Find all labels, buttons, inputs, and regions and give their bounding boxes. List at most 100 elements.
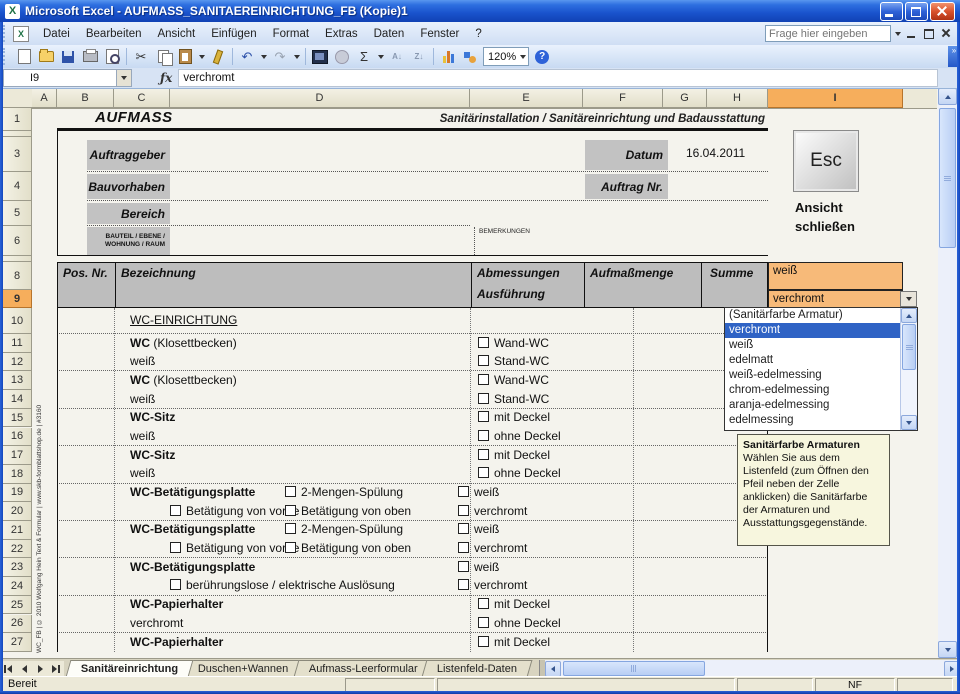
question-input[interactable] bbox=[765, 25, 891, 42]
last-sheet-button[interactable] bbox=[48, 661, 64, 677]
scroll-down-button[interactable] bbox=[938, 641, 957, 658]
zoom-combobox[interactable]: 120% bbox=[483, 47, 529, 66]
toolbar-grip[interactable] bbox=[3, 25, 10, 42]
menu-item-extras[interactable]: Extras bbox=[317, 25, 366, 43]
checkbox-item: mit Deckel bbox=[478, 597, 550, 611]
horizontal-scrollbar[interactable] bbox=[545, 660, 960, 677]
dropdown-item[interactable]: weiß-edelmessing bbox=[725, 368, 900, 383]
name-box[interactable]: I9 bbox=[3, 69, 117, 87]
vertical-scrollbar[interactable] bbox=[938, 88, 957, 658]
dropdown-scrollbar[interactable] bbox=[900, 308, 917, 430]
cell-i9-active[interactable]: verchromt bbox=[768, 290, 903, 308]
table-row-13[interactable]: WC (Klosettbecken)Wand-WC bbox=[57, 371, 768, 390]
table-row-17[interactable]: WC-Sitzmit Deckel bbox=[57, 446, 768, 465]
help-button[interactable]: ? bbox=[532, 47, 552, 66]
dropdown-item[interactable]: (Sanitärfarbe Armatur) bbox=[725, 308, 900, 323]
checkbox-item: verchromt bbox=[458, 504, 527, 518]
dropdown-item[interactable]: verchromt bbox=[725, 323, 900, 338]
dropdown-item[interactable]: edelmessing bbox=[725, 413, 900, 428]
sheet-tab-sanit-reinrichtung[interactable]: Sanitäreinrichtung bbox=[66, 660, 194, 677]
question-dropdown-icon[interactable] bbox=[891, 25, 904, 42]
menu-item-format[interactable]: Format bbox=[265, 25, 317, 43]
table-row-21[interactable]: WC-Betätigungsplatte2-Mengen-Spülungweiß bbox=[57, 521, 768, 540]
cell-i8[interactable]: weiß bbox=[768, 262, 903, 290]
table-row-23[interactable]: WC-Betätigungsplatteweiß bbox=[57, 558, 768, 577]
menu-item-datei[interactable]: Datei bbox=[35, 25, 78, 43]
redo-button[interactable]: ↷ bbox=[270, 47, 290, 66]
previous-sheet-button[interactable] bbox=[16, 661, 32, 677]
table-row-16[interactable]: weißohne Deckel bbox=[57, 427, 768, 446]
name-box-dropdown[interactable] bbox=[117, 69, 132, 87]
table-row-15[interactable]: WC-Sitzmit Deckel bbox=[57, 409, 768, 428]
checkbox-icon bbox=[170, 579, 181, 590]
paste-button[interactable] bbox=[175, 47, 195, 66]
print-preview-button[interactable] bbox=[102, 47, 122, 66]
dropdown-item[interactable]: chrom-edelmessing bbox=[725, 383, 900, 398]
table-row-11[interactable]: WC (Klosettbecken)Wand-WC bbox=[57, 334, 768, 353]
dropdown-item[interactable]: aranja-edelmessing bbox=[725, 398, 900, 413]
table-row-24[interactable]: berührungslose / elektrische Auslösungve… bbox=[57, 577, 768, 596]
checkbox-item: ohne Deckel bbox=[478, 466, 561, 480]
scroll-left-button[interactable] bbox=[545, 661, 561, 677]
workbook-restore-button[interactable] bbox=[921, 26, 937, 41]
dropdown-item[interactable]: edelmatt bbox=[725, 353, 900, 368]
menu-item-fenster[interactable]: Fenster bbox=[412, 25, 467, 43]
autosum-button[interactable]: Σ bbox=[354, 47, 374, 66]
table-row-22[interactable]: Betätigung von vorneBetätigung von obenv… bbox=[57, 540, 768, 559]
menu-item-ansicht[interactable]: Ansicht bbox=[149, 25, 203, 43]
new-button[interactable] bbox=[14, 47, 34, 66]
horizontal-scroll-thumb[interactable] bbox=[563, 661, 705, 676]
vertical-scroll-thumb[interactable] bbox=[939, 108, 956, 248]
scroll-down-icon[interactable] bbox=[901, 415, 917, 430]
table-row-26[interactable]: verchromtohne Deckel bbox=[57, 614, 768, 633]
scroll-up-icon[interactable] bbox=[901, 308, 917, 323]
formula-input[interactable]: verchromt bbox=[178, 69, 938, 87]
esc-button[interactable]: Esc bbox=[793, 130, 859, 192]
table-row-10[interactable]: WC-EINRICHTUNG bbox=[57, 308, 768, 334]
paste-dropdown[interactable] bbox=[197, 47, 206, 66]
sheet-tab-duschen-wannen[interactable]: Duschen+Wannen bbox=[183, 660, 304, 677]
cut-button[interactable]: ✂ bbox=[131, 47, 151, 66]
workbook-minimize-button[interactable] bbox=[904, 26, 920, 41]
save-button[interactable] bbox=[58, 47, 78, 66]
insert-hyperlink-button[interactable] bbox=[310, 47, 330, 66]
table-row-14[interactable]: weißStand-WC bbox=[57, 390, 768, 409]
dropdown-item[interactable]: weiß bbox=[725, 338, 900, 353]
menu-item-einfgen[interactable]: Einfügen bbox=[203, 25, 264, 43]
cell-dropdown-button[interactable] bbox=[900, 291, 917, 307]
table-row-18[interactable]: weißohne Deckel bbox=[57, 465, 768, 484]
autosum-dropdown[interactable] bbox=[376, 47, 385, 66]
menu-item-bearbeiten[interactable]: Bearbeiten bbox=[78, 25, 150, 43]
chart-wizard-button[interactable] bbox=[438, 47, 458, 66]
drawing-button[interactable] bbox=[460, 47, 480, 66]
toolbar-grip[interactable] bbox=[3, 48, 10, 65]
table-row-20[interactable]: Betätigung von vorneBetätigung von obenv… bbox=[57, 502, 768, 521]
sheet-tab-listenfeld-daten[interactable]: Listenfeld-Daten bbox=[422, 660, 533, 677]
table-row-25[interactable]: WC-Papierhaltermit Deckel bbox=[57, 596, 768, 615]
table-row-27[interactable]: WC-Papierhaltermit Deckel bbox=[57, 633, 768, 652]
undo-dropdown[interactable] bbox=[259, 47, 268, 66]
table-row-19[interactable]: WC-Betätigungsplatte2-Mengen-Spülungweiß bbox=[57, 484, 768, 503]
sort-descending-button[interactable]: Z↓ bbox=[409, 47, 429, 66]
table-row-12[interactable]: weißStand-WC bbox=[57, 353, 768, 372]
scroll-up-button[interactable] bbox=[938, 88, 957, 105]
open-folder-icon bbox=[39, 51, 54, 62]
menu-item-?[interactable]: ? bbox=[467, 25, 489, 43]
sort-ascending-button[interactable]: A↓ bbox=[387, 47, 407, 66]
workbook-close-button[interactable] bbox=[938, 26, 954, 41]
copy-button[interactable] bbox=[153, 47, 173, 66]
print-button[interactable] bbox=[80, 47, 100, 66]
sheet-tab-aufmass-leerformular[interactable]: Aufmass-Leerformular bbox=[293, 660, 433, 677]
open-button[interactable] bbox=[36, 47, 56, 66]
format-painter-button[interactable] bbox=[208, 47, 228, 66]
next-sheet-button[interactable] bbox=[32, 661, 48, 677]
web-button[interactable] bbox=[332, 47, 352, 66]
scroll-thumb[interactable] bbox=[902, 324, 916, 370]
redo-dropdown[interactable] bbox=[292, 47, 301, 66]
minimize-button[interactable] bbox=[880, 2, 903, 21]
close-button[interactable] bbox=[930, 2, 955, 21]
undo-button[interactable]: ↶ bbox=[237, 47, 257, 66]
restore-button[interactable] bbox=[905, 2, 928, 21]
menu-item-daten[interactable]: Daten bbox=[366, 25, 413, 43]
datum-value[interactable]: 16.04.2011 bbox=[686, 146, 745, 160]
